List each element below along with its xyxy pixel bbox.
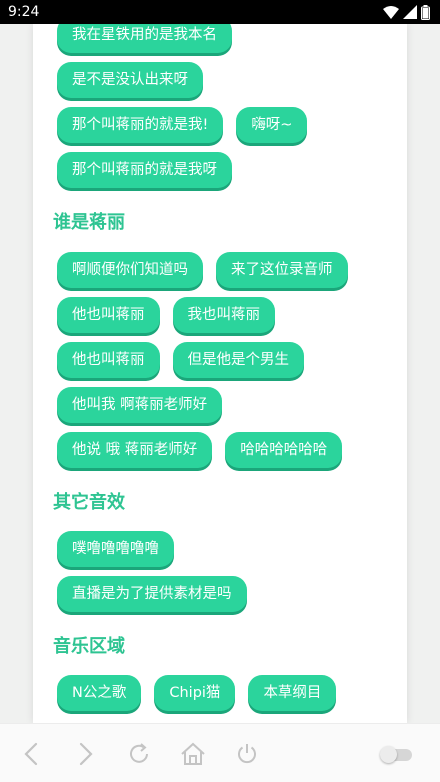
sound-button-group: N公之歌 Chipi猫 本草纲目	[57, 675, 397, 712]
sound-button-row: 他也叫蒋丽 我也叫蒋丽	[57, 297, 397, 334]
sound-button[interactable]: 是不是没认出来呀	[57, 62, 203, 98]
sound-button[interactable]: 哈哈哈哈哈哈	[225, 432, 343, 468]
sound-button[interactable]: 噗噜噜噜噜噜	[57, 531, 174, 567]
sound-button[interactable]: 啊顺便你们知道吗	[57, 252, 203, 288]
sound-button[interactable]: N公之歌	[57, 675, 142, 711]
sound-button[interactable]: 嗨呀~	[236, 107, 308, 143]
sound-button-row: 噗噜噜噜噜噜	[57, 531, 397, 568]
power-icon	[238, 744, 256, 764]
battery-icon	[421, 4, 430, 20]
sound-button[interactable]: 来了这位录音师	[216, 252, 348, 288]
sound-button-row: 那个叫蒋丽的就是我! 嗨呀~	[57, 107, 397, 144]
sound-button[interactable]: 我也叫蒋丽	[172, 297, 275, 333]
toggle-knob	[380, 746, 397, 763]
refresh-button[interactable]	[125, 740, 153, 768]
home-icon	[181, 742, 205, 765]
sound-button[interactable]: 那个叫蒋丽的就是我呀	[57, 152, 232, 188]
sound-section: 音乐区域 N公之歌 Chipi猫 本草纲目	[33, 633, 407, 712]
sound-section: 我在星铁用的是我本名 是不是没认出来呀 那个叫蒋丽的就是我! 嗨呀~ 那个叫蒋丽的就是我…	[33, 24, 407, 189]
sound-button-row: 直播是为了提供素材是吗	[57, 576, 397, 613]
refresh-icon	[130, 743, 148, 763]
sound-button-row: 我在星铁用的是我本名	[57, 24, 397, 54]
sound-button[interactable]: 直播是为了提供素材是吗	[57, 576, 247, 612]
soundboard-card: 我在星铁用的是我本名 是不是没认出来呀 那个叫蒋丽的就是我! 嗨呀~ 那个叫蒋丽的就是我…	[33, 24, 407, 723]
forward-icon	[79, 742, 93, 766]
sound-button-group: 啊顺便你们知道吗 来了这位录音师 他也叫蒋丽 我也叫蒋丽 他也叫蒋丽 但是他是个男生 他叫我…	[57, 252, 397, 469]
sound-button[interactable]: 但是他是个男生	[172, 342, 304, 378]
back-icon	[24, 742, 38, 766]
soundboard-content: 我在星铁用的是我本名 是不是没认出来呀 那个叫蒋丽的就是我! 嗨呀~ 那个叫蒋丽的就是我…	[33, 24, 407, 720]
back-button[interactable]	[18, 740, 46, 768]
sound-section: 谁是蒋丽 啊顺便你们知道吗 来了这位录音师 他也叫蒋丽 我也叫蒋丽 他也叫蒋丽 但是他是个男…	[33, 209, 407, 469]
status-time: 9:24	[8, 4, 40, 20]
sound-button-row: 啊顺便你们知道吗 来了这位录音师	[57, 252, 397, 289]
section-title: 其它音效	[53, 492, 125, 513]
sound-button-group: 我在星铁用的是我本名 是不是没认出来呀 那个叫蒋丽的就是我! 嗨呀~ 那个叫蒋丽的就是我…	[57, 24, 397, 189]
sound-button-row: 是不是没认出来呀	[57, 62, 397, 99]
wifi-icon	[383, 6, 399, 19]
section-title: 音乐区域	[53, 636, 125, 657]
sound-button[interactable]: 他叫我 啊蒋丽老师好	[57, 387, 223, 423]
sound-button[interactable]: 我在星铁用的是我本名	[57, 24, 232, 53]
sound-button-row: 那个叫蒋丽的就是我呀	[57, 152, 397, 189]
home-button[interactable]	[179, 740, 207, 768]
sound-button-row: 他说 哦 蒋丽老师好 哈哈哈哈哈哈	[57, 432, 397, 469]
sound-button[interactable]: 本草纲目	[248, 675, 337, 711]
sound-button[interactable]: 那个叫蒋丽的就是我!	[57, 107, 224, 143]
status-icons	[383, 4, 430, 20]
sound-button-row: 他叫我 啊蒋丽老师好	[57, 387, 397, 424]
toggle-switch[interactable]	[380, 745, 414, 763]
sound-button[interactable]: 他也叫蒋丽	[57, 342, 160, 378]
power-button[interactable]	[233, 740, 261, 768]
sound-button-row: 他也叫蒋丽 但是他是个男生	[57, 342, 397, 379]
sound-button[interactable]: 他说 哦 蒋丽老师好	[57, 432, 213, 468]
sound-button[interactable]: Chipi猫	[154, 675, 236, 711]
sound-button[interactable]: 他也叫蒋丽	[57, 297, 160, 333]
bottom-nav-bar	[0, 723, 440, 782]
sound-section: 其它音效噗噜噜噜噜噜直播是为了提供素材是吗	[33, 489, 407, 613]
status-bar: 9:24	[0, 0, 440, 24]
section-title: 谁是蒋丽	[53, 212, 125, 233]
forward-button[interactable]	[71, 740, 99, 768]
signal-icon	[403, 5, 417, 19]
sound-button-row: N公之歌 Chipi猫 本草纲目	[57, 675, 397, 712]
sound-button-group: 噗噜噜噜噜噜直播是为了提供素材是吗	[57, 531, 397, 613]
